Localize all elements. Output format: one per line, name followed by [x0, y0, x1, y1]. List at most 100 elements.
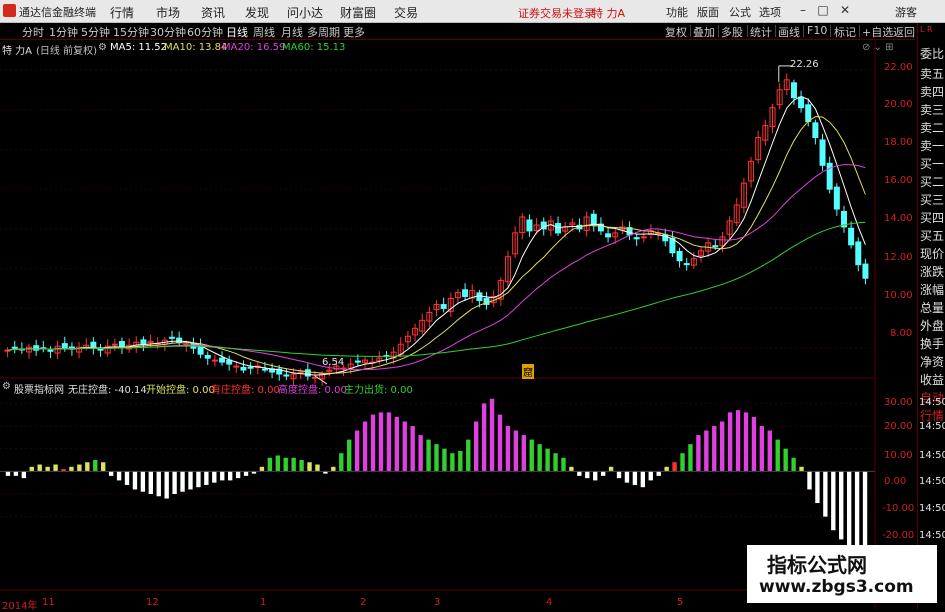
price-tick: 22.00 — [884, 62, 913, 73]
period-60min[interactable]: 60分钟 — [187, 24, 223, 40]
period-monthly[interactable]: 月线 — [281, 24, 303, 40]
candle-body — [283, 374, 290, 377]
tool-diejia[interactable]: 叠加 — [693, 24, 715, 40]
panel-item: 卖一 — [920, 139, 945, 153]
candle-body — [819, 139, 826, 166]
tool-f10[interactable]: F10 — [807, 24, 827, 37]
menu-hangqing[interactable]: 行情 — [110, 4, 134, 21]
maximize-icon[interactable]: □ — [816, 3, 830, 17]
candle-body — [833, 186, 840, 210]
panel-item: 涨幅 — [920, 283, 945, 297]
panel-item: 委比 — [920, 47, 945, 61]
indicator-tick: -10.00 — [882, 503, 915, 514]
indicator-tick-right: 14:50 — [919, 397, 945, 408]
price-tick: 12.00 — [884, 252, 913, 263]
login-notice[interactable]: 证券交易未登录 — [518, 5, 595, 21]
ma60-label: MA60: 15.13 — [282, 42, 346, 53]
gap-marker[interactable]: 窟 — [522, 364, 534, 379]
chart-options-icon[interactable]: ⊘ ⌄ ⊞ — [862, 42, 894, 53]
candle-body — [219, 357, 226, 363]
tool-huaxian[interactable]: 画线 — [778, 24, 800, 40]
candle-body — [798, 96, 805, 109]
period-toolbar: 分时 1分钟 5分钟 15分钟 30分钟 60分钟 日线 周线 月线 多周期 更… — [0, 23, 915, 40]
candle-body — [855, 241, 862, 266]
menu-caifuquan[interactable]: 财富圈 — [340, 4, 376, 21]
indicator-tick-right: 14:50 — [919, 503, 945, 514]
candle-body — [118, 341, 125, 348]
panel-corner-label[interactable]: L R — [920, 25, 933, 34]
period-daily[interactable]: 日线 — [226, 24, 248, 40]
watermark-url: www.zbgs3.com — [759, 577, 914, 597]
candle-body — [47, 349, 54, 352]
panel-item: 涨跌 — [920, 265, 945, 279]
date-tick: 2014年 — [2, 601, 38, 612]
guest-label[interactable]: 游客 — [895, 4, 917, 20]
tool-add-watchlist[interactable]: +自选 — [862, 24, 893, 40]
watermark-box: 指标公式网 www.zbgs3.com — [747, 545, 937, 603]
close-icon[interactable]: ✕ — [838, 3, 852, 17]
candle-body — [204, 355, 211, 359]
menu-xuanxiang[interactable]: 选项 — [759, 4, 781, 20]
menu-gongshi[interactable]: 公式 — [729, 4, 751, 20]
candle-body — [297, 371, 304, 374]
menu-jiaoyi[interactable]: 交易 — [394, 4, 418, 21]
candle-body — [33, 345, 40, 351]
panel-item: 买三 — [920, 193, 945, 207]
panel-item: 买五 — [920, 229, 945, 243]
candle-body — [683, 263, 690, 266]
candle-body — [354, 360, 361, 363]
ma10-line — [7, 116, 866, 374]
indicator-tick: 20.00 — [884, 421, 913, 432]
settings-gear-icon[interactable]: ⚙ — [98, 42, 107, 53]
indicator-gao: 高度控盘: 0.00 — [278, 385, 347, 396]
kline-chart[interactable] — [0, 40, 916, 609]
date-tick: 2 — [360, 597, 367, 608]
candle-body — [862, 263, 869, 279]
period-15min[interactable]: 15分钟 — [113, 24, 149, 40]
date-tick: 11 — [42, 597, 55, 608]
period-multi[interactable]: 多周期 — [307, 24, 340, 40]
menu-wenxiaoda[interactable]: 问小达 — [287, 4, 323, 21]
candle-body — [168, 336, 175, 339]
toolbar-divider — [859, 25, 860, 37]
menu-gongneng[interactable]: 功能 — [666, 4, 688, 20]
menu-shichang[interactable]: 市场 — [156, 4, 180, 21]
candle-body — [11, 346, 18, 349]
toolbar-divider — [775, 25, 776, 37]
indicator-tick-right: 14:50 — [919, 530, 945, 541]
panel-item: 外盘 — [920, 319, 945, 333]
tool-duogu[interactable]: 多股 — [721, 24, 743, 40]
period-5min[interactable]: 5分钟 — [81, 24, 110, 40]
candle-body — [555, 223, 562, 234]
period-weekly[interactable]: 周线 — [253, 24, 275, 40]
indicator-gear-icon[interactable]: ⚙ — [2, 381, 11, 392]
panel-item: 卖四 — [920, 85, 945, 99]
indicator-tick: 10.00 — [884, 450, 913, 461]
candle-body — [240, 366, 247, 371]
menu-faxian[interactable]: 发现 — [245, 4, 269, 21]
panel-item: 收益 — [920, 373, 945, 387]
minimize-icon[interactable]: – — [796, 3, 810, 17]
ma5-label: MA5: 11.52 — [110, 42, 168, 53]
tool-biaoji[interactable]: 标记 — [834, 24, 856, 40]
tool-fuquan[interactable]: 复权 — [665, 24, 687, 40]
period-more[interactable]: 更多 — [343, 24, 365, 40]
app-logo-icon — [3, 4, 16, 17]
candle-body — [476, 292, 483, 301]
indicator-zhu: 主力出货: 0.00 — [344, 385, 413, 396]
candle-body — [590, 213, 597, 226]
toolbar-divider — [803, 25, 804, 37]
toolbar-divider — [747, 25, 748, 37]
period-1min[interactable]: 1分钟 — [49, 24, 78, 40]
period-30min[interactable]: 30分钟 — [150, 24, 186, 40]
candle-body — [304, 369, 311, 377]
period-fenshi[interactable]: 分时 — [22, 24, 44, 40]
menu-zixun[interactable]: 资讯 — [201, 4, 225, 21]
panel-item: 卖三 — [920, 103, 945, 117]
indicator-you: 有庄控盘: 0.00 — [211, 385, 280, 396]
menu-banmian[interactable]: 版面 — [697, 4, 719, 20]
tool-tongji[interactable]: 统计 — [750, 24, 772, 40]
tool-back[interactable]: 返回 — [893, 24, 915, 40]
candle-body — [805, 104, 812, 123]
candle-body — [261, 368, 268, 371]
